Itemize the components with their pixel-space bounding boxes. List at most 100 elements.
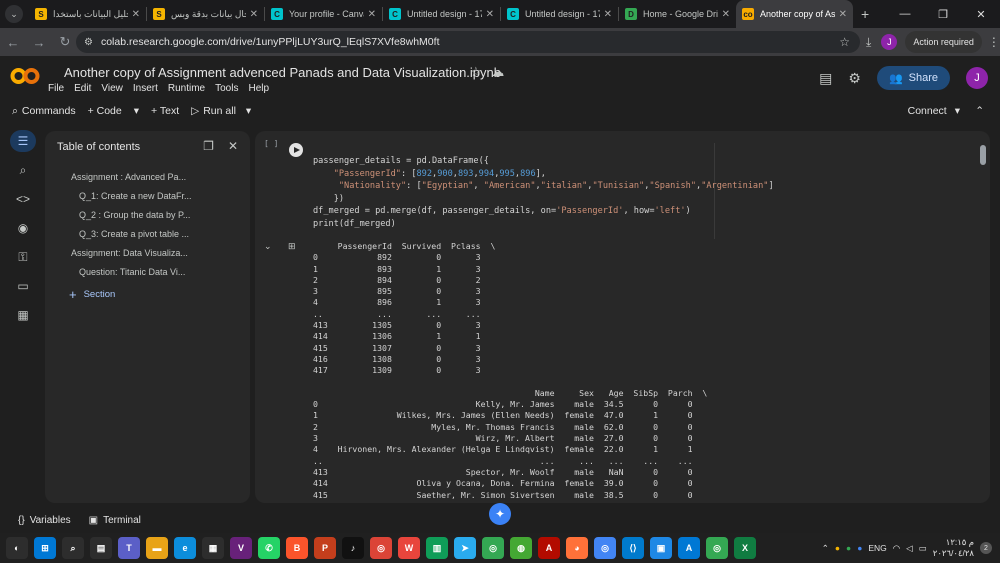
run-all-button[interactable]: ▷ Run all ▾ <box>191 105 251 117</box>
comments-icon[interactable]: ▤ <box>819 70 832 87</box>
vscode-icon[interactable]: ⟨⟩ <box>622 537 644 559</box>
tab-close-icon[interactable]: ✕ <box>132 9 140 20</box>
battery-icon[interactable]: ▭ <box>919 543 927 554</box>
commands-button[interactable]: ⌕ Commands <box>12 105 76 118</box>
settings-gear-icon[interactable]: ⚙ <box>848 70 861 87</box>
tray-app-icon[interactable]: ● <box>857 543 862 553</box>
volume-icon[interactable]: ◁ <box>906 543 913 554</box>
minimize-icon[interactable]: — <box>886 8 924 20</box>
acrobat-icon[interactable]: A <box>538 537 560 559</box>
maximize-icon[interactable]: ❐ <box>924 8 962 21</box>
telegram-icon[interactable]: ➤ <box>454 537 476 559</box>
toc-item[interactable]: Q_2 : Group the data by P... <box>45 205 250 224</box>
language-indicator[interactable]: ENG <box>868 543 886 553</box>
close-icon[interactable]: ✕ <box>228 139 238 153</box>
run-cell-button[interactable] <box>289 143 303 157</box>
menu-item-file[interactable]: File <box>48 83 64 94</box>
files-folder-icon[interactable]: ▭ <box>10 275 36 297</box>
find-icon[interactable]: ⌕ <box>10 159 36 181</box>
anaconda-icon[interactable]: ◍ <box>510 537 532 559</box>
chrome-active-icon[interactable]: ◎ <box>706 537 728 559</box>
add-code-button[interactable]: + Code ▾ <box>88 105 139 117</box>
gemini-sparkle-icon[interactable]: ✦ <box>489 503 511 525</box>
star-icon[interactable]: ☆ <box>470 64 482 79</box>
cloud-sync-icon[interactable]: ☁ <box>491 64 504 79</box>
collapse-header-icon[interactable]: ⌃ <box>975 105 984 117</box>
browser-tab[interactable]: C Your profile - Canva ✕ <box>265 0 382 28</box>
connect-button[interactable]: Connect ▾ <box>908 105 960 117</box>
chrome-alt-icon[interactable]: ◎ <box>594 537 616 559</box>
tab-close-icon[interactable]: ✕ <box>604 9 612 20</box>
close-window-icon[interactable]: ✕ <box>962 8 1000 21</box>
browser-tab[interactable]: C Untitled design - 170 ✕ <box>501 0 618 28</box>
terminal-button[interactable]: ▣ Terminal <box>89 515 141 526</box>
edge-icon[interactable]: e <box>174 537 196 559</box>
menu-item-view[interactable]: View <box>101 83 123 94</box>
file-explorer-icon[interactable]: ▬ <box>146 537 168 559</box>
tab-close-icon[interactable]: ✕ <box>722 9 730 20</box>
browser-tab[interactable]: S إدخال بيانات بدقة وبس ✕ <box>147 0 264 28</box>
store-icon[interactable]: ▦ <box>202 537 224 559</box>
toc-item[interactable]: Assignment: Data Visualiza... <box>45 243 250 262</box>
word-app-icon[interactable]: W <box>398 537 420 559</box>
code-snippets-icon[interactable]: <> <box>10 188 36 210</box>
secrets-key-icon[interactable]: ⚿ <box>10 246 36 268</box>
toc-item[interactable]: Assignment : Advanced Pa... <box>45 167 250 186</box>
menu-item-tools[interactable]: Tools <box>215 83 238 94</box>
weather-icon[interactable]: ◐ <box>6 537 28 559</box>
tray-app-icon[interactable]: ● <box>846 543 851 553</box>
data-table-icon[interactable]: ▦ <box>10 304 36 326</box>
menu-item-runtime[interactable]: Runtime <box>168 83 205 94</box>
browser-tab[interactable]: S تحليل البيانات باستخدا ✕ <box>29 0 146 28</box>
add-section-button[interactable]: + Section <box>45 287 250 302</box>
variables-button[interactable]: {} Variables <box>18 515 71 526</box>
whatsapp-icon[interactable]: ✆ <box>258 537 280 559</box>
remote-desktop-icon[interactable]: ▣ <box>650 537 672 559</box>
browser-tab[interactable]: C Untitled design - 170 ✕ <box>383 0 500 28</box>
add-text-button[interactable]: + Text <box>151 105 179 117</box>
browser-tab[interactable]: D Home - Google Drive ✕ <box>619 0 736 28</box>
menu-item-help[interactable]: Help <box>248 83 269 94</box>
download-icon[interactable]: ⤓ <box>866 35 871 50</box>
notification-badge[interactable]: 2 <box>980 542 992 554</box>
action-required-button[interactable]: Action required <box>905 31 982 53</box>
output-collapse-icon[interactable]: ⌄ <box>264 241 272 252</box>
scrollbar[interactable] <box>980 145 986 165</box>
task-view-icon[interactable]: ▤ <box>90 537 112 559</box>
share-button[interactable]: 👥 Share <box>876 66 950 90</box>
account-avatar[interactable]: J <box>966 67 988 89</box>
new-tab-icon[interactable]: + <box>861 6 869 22</box>
toc-icon[interactable]: ☰ <box>10 130 36 152</box>
variables-inspector-icon[interactable]: ◉ <box>10 217 36 239</box>
notebook-title[interactable]: Another copy of Assignment advenced Pana… <box>64 65 501 80</box>
back-icon[interactable]: ← <box>0 35 26 50</box>
forward-icon[interactable]: → <box>26 35 52 50</box>
windows-start-icon[interactable]: ⊞ <box>34 537 56 559</box>
tab-search-icon[interactable]: ⌄ <box>5 5 23 23</box>
chevron-down-icon[interactable]: ▾ <box>955 105 960 117</box>
output-actions-icon[interactable]: ⊞ <box>288 241 297 252</box>
search-icon[interactable]: ⌕ <box>62 537 84 559</box>
azure-icon[interactable]: A <box>678 537 700 559</box>
chevron-down-icon[interactable]: ▾ <box>134 105 139 117</box>
notes-icon[interactable]: ▥ <box>426 537 448 559</box>
browser-tab[interactable]: co Another copy of Assig ✕ <box>736 0 853 28</box>
open-in-tab-icon[interactable]: ❐ <box>203 139 214 153</box>
teams-icon[interactable]: T <box>118 537 140 559</box>
tray-app-icon[interactable]: ● <box>835 543 840 553</box>
brave-icon[interactable]: B <box>286 537 308 559</box>
powerpoint-icon[interactable]: P <box>314 537 336 559</box>
chrome-icon[interactable]: ◎ <box>370 537 392 559</box>
chevron-down-icon[interactable]: ▾ <box>246 105 251 117</box>
tab-close-icon[interactable]: ✕ <box>486 9 494 20</box>
site-info-icon[interactable]: ⚙ <box>84 37 93 48</box>
tray-chevron-icon[interactable]: ⌃ <box>822 543 829 554</box>
clock[interactable]: م ١٢:١٥ ٢٠٢٦/٠٤/٢٨ <box>933 537 974 559</box>
bookmark-star-icon[interactable]: ☆ <box>839 35 850 49</box>
firefox-icon[interactable]: ◕ <box>566 537 588 559</box>
menu-item-insert[interactable]: Insert <box>133 83 158 94</box>
wifi-icon[interactable]: ◠ <box>893 543 900 554</box>
colab-logo-icon[interactable] <box>10 67 40 85</box>
url-field[interactable]: ⚙ colab.research.google.com/drive/1unyPP… <box>76 31 860 53</box>
tab-close-icon[interactable]: ✕ <box>368 9 376 20</box>
